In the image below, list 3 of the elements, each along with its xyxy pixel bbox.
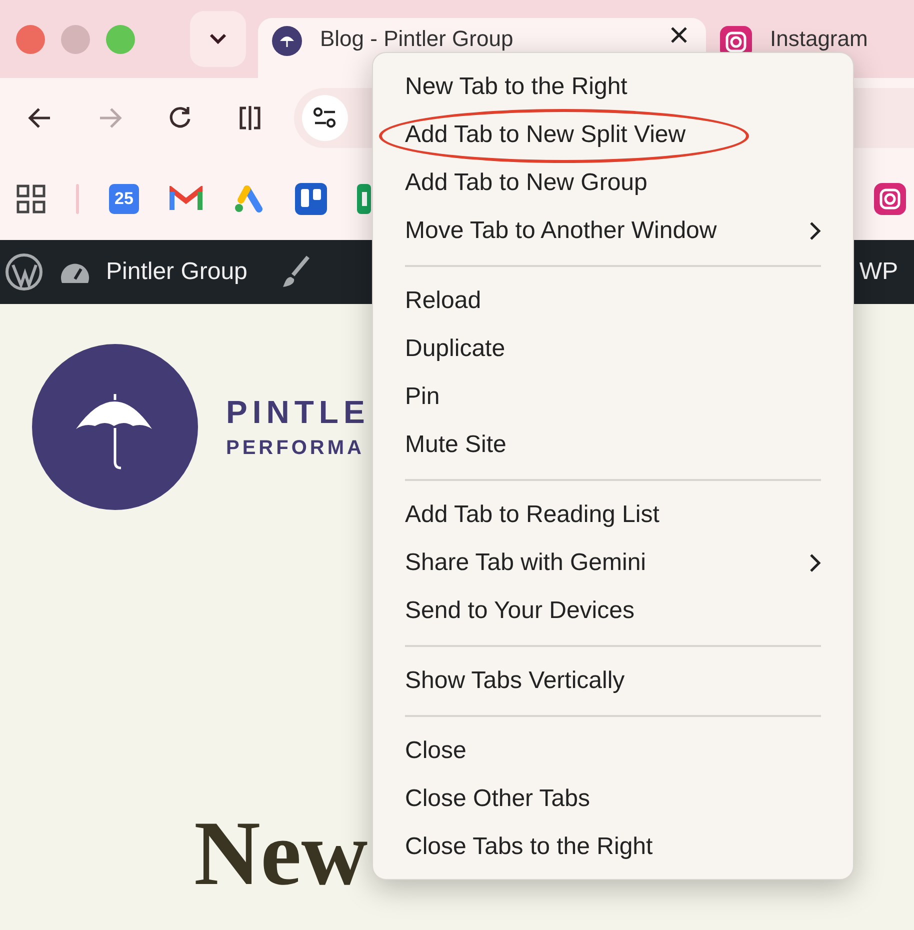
logo-tagline: PERFORMA [226, 437, 366, 460]
logo-wordmark: PINTLE [226, 394, 370, 431]
page-heading: New [194, 801, 368, 906]
